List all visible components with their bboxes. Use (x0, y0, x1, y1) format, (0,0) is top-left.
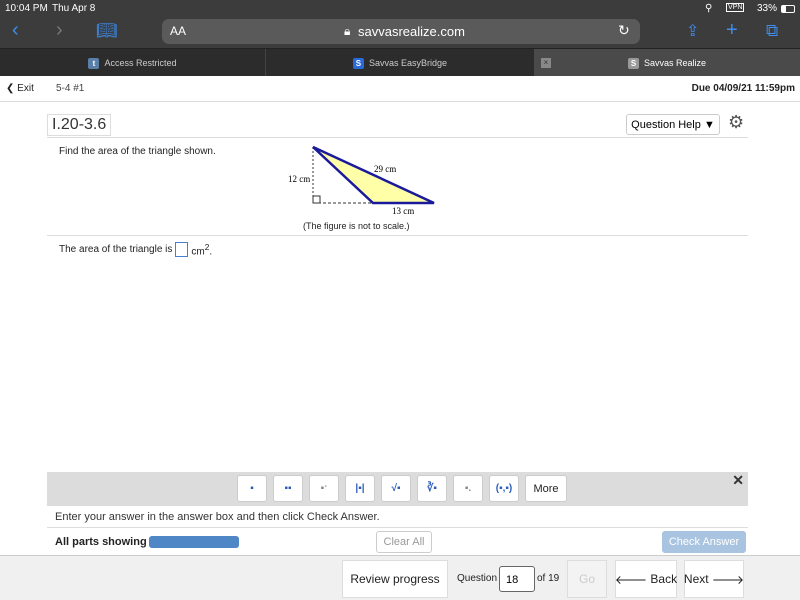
parts-label: All parts showing (55, 536, 147, 548)
battery-icon (781, 5, 795, 13)
triangle-figure: 29 cm 12 cm 13 cm (288, 145, 435, 216)
next-button[interactable]: Next 🡒 (684, 560, 744, 598)
tab-favicon: t (88, 57, 100, 69)
tab-favicon: S (627, 57, 639, 69)
battery-level: 33% (757, 3, 778, 14)
answer-input[interactable] (175, 242, 189, 258)
nth-root-button[interactable]: ∛▪ (417, 475, 447, 502)
reload-icon[interactable]: ↻ (618, 22, 630, 39)
arrow-right-icon: 🡒 (708, 572, 745, 587)
tab-label: Access Restricted (104, 58, 177, 68)
answer-prefix: The area of the triangle is (59, 244, 173, 256)
assignment-header: ❮ Exit 5-4 #1 Due 04/09/21 11:59pm (0, 76, 800, 102)
share-icon[interactable]: ⇪ (686, 21, 699, 41)
wifi-icon: ⚲ (705, 3, 713, 14)
close-icon[interactable]: ✕ (732, 472, 744, 489)
exit-label: Exit (17, 83, 34, 94)
height-label: 12 cm (288, 174, 310, 184)
question-bar: I.20-3.6 Question Help ▼ ⚙ (47, 112, 748, 138)
vpn-badge: VPN (726, 3, 745, 12)
absolute-value-button[interactable]: |▪| (345, 475, 375, 502)
question-number-input[interactable]: 18 (499, 566, 535, 592)
divider (47, 235, 748, 236)
back-label: Back (650, 572, 678, 586)
answer-unit: cm2. (191, 242, 213, 258)
new-tab-icon[interactable]: + (726, 19, 738, 42)
more-button[interactable]: More (525, 475, 567, 502)
exit-button[interactable]: ❮ Exit (6, 83, 34, 94)
gear-icon[interactable]: ⚙ (728, 112, 744, 133)
clear-all-button[interactable]: Clear All (376, 531, 432, 553)
question-prompt: Find the area of the triangle shown. (59, 146, 216, 157)
bookmarks-icon[interactable]: 📖︎ (96, 21, 118, 41)
tab-savvas-realize[interactable]: S Savvas Realize × (534, 49, 800, 77)
square-root-button[interactable]: √▪ (381, 475, 411, 502)
question-label: Question (457, 573, 498, 584)
base-label: 13 cm (392, 206, 414, 216)
tab-easybridge[interactable]: S Savvas EasyBridge (267, 49, 533, 77)
next-label: Next (683, 572, 709, 586)
question-total: of 19 (537, 573, 560, 584)
due-date: Due 04/09/21 11:59pm (691, 83, 795, 94)
lock-icon: 🔒︎ (344, 24, 351, 38)
answer-line: The area of the triangle is cm2. (59, 242, 212, 257)
figure-note: (The figure is not to scale.) (303, 221, 410, 231)
status-bar: 10:04 PM Thu Apr 8 ⚲ VPN 33% (0, 0, 800, 18)
bottom-nav: Review progress Question 18 of 19 Go 🡐 B… (0, 555, 800, 600)
go-button[interactable]: Go (567, 560, 607, 598)
question-help-label: Question Help (631, 118, 701, 131)
time: 10:04 PM (5, 3, 48, 14)
question-id: I.20-3.6 (47, 114, 112, 136)
tab-access-restricted[interactable]: t Access Restricted (0, 49, 266, 77)
instructions: Enter your answer in the answer box and … (55, 511, 380, 523)
back-button[interactable]: 🡐 Back (615, 560, 677, 598)
review-progress-button[interactable]: Review progress (342, 560, 448, 598)
math-toolbar: ▪ ▪▪ ▪ˑ |▪| √▪ ∛▪ ▪. (▪,▪) More ✕ (47, 472, 748, 506)
tab-favicon: S (352, 57, 364, 69)
check-answer-button[interactable]: Check Answer (662, 531, 746, 553)
hyp-label: 29 cm (374, 164, 396, 174)
tabs-icon[interactable]: ⧉ (766, 21, 778, 41)
tab-label: Savvas EasyBridge (368, 58, 448, 68)
back-icon[interactable]: ‹ (12, 19, 19, 42)
address-bar[interactable]: AA 🔒︎ savvasrealize.com ↻ (162, 19, 640, 44)
forward-icon[interactable]: › (56, 19, 63, 42)
right-angle-marker (312, 195, 321, 204)
url-text: savvasrealize.com (358, 24, 465, 39)
ordered-pair-button[interactable]: (▪,▪) (489, 475, 519, 502)
mixed-number-button[interactable]: ▪▪ (273, 475, 303, 502)
caret-down-icon: ▼ (703, 118, 715, 131)
question-help-button[interactable]: Question Help ▼ (626, 114, 720, 135)
tab-label: Savvas Realize (643, 58, 707, 68)
exponent-button[interactable]: ▪ˑ (309, 475, 339, 502)
date: Thu Apr 8 (52, 3, 96, 14)
parts-progress (149, 536, 239, 548)
triangle (312, 145, 435, 205)
arrow-left-icon: 🡐 (614, 572, 651, 587)
assignment-name: 5-4 #1 (56, 83, 85, 94)
divider (47, 527, 748, 528)
subscript-button[interactable]: ▪. (453, 475, 483, 502)
fraction-button[interactable]: ▪ (237, 475, 267, 502)
tab-bar: t Access Restricted S Savvas EasyBridge SS… (0, 48, 800, 77)
close-tab-icon[interactable]: × (541, 58, 551, 68)
text-size-button[interactable]: AA (170, 24, 186, 38)
